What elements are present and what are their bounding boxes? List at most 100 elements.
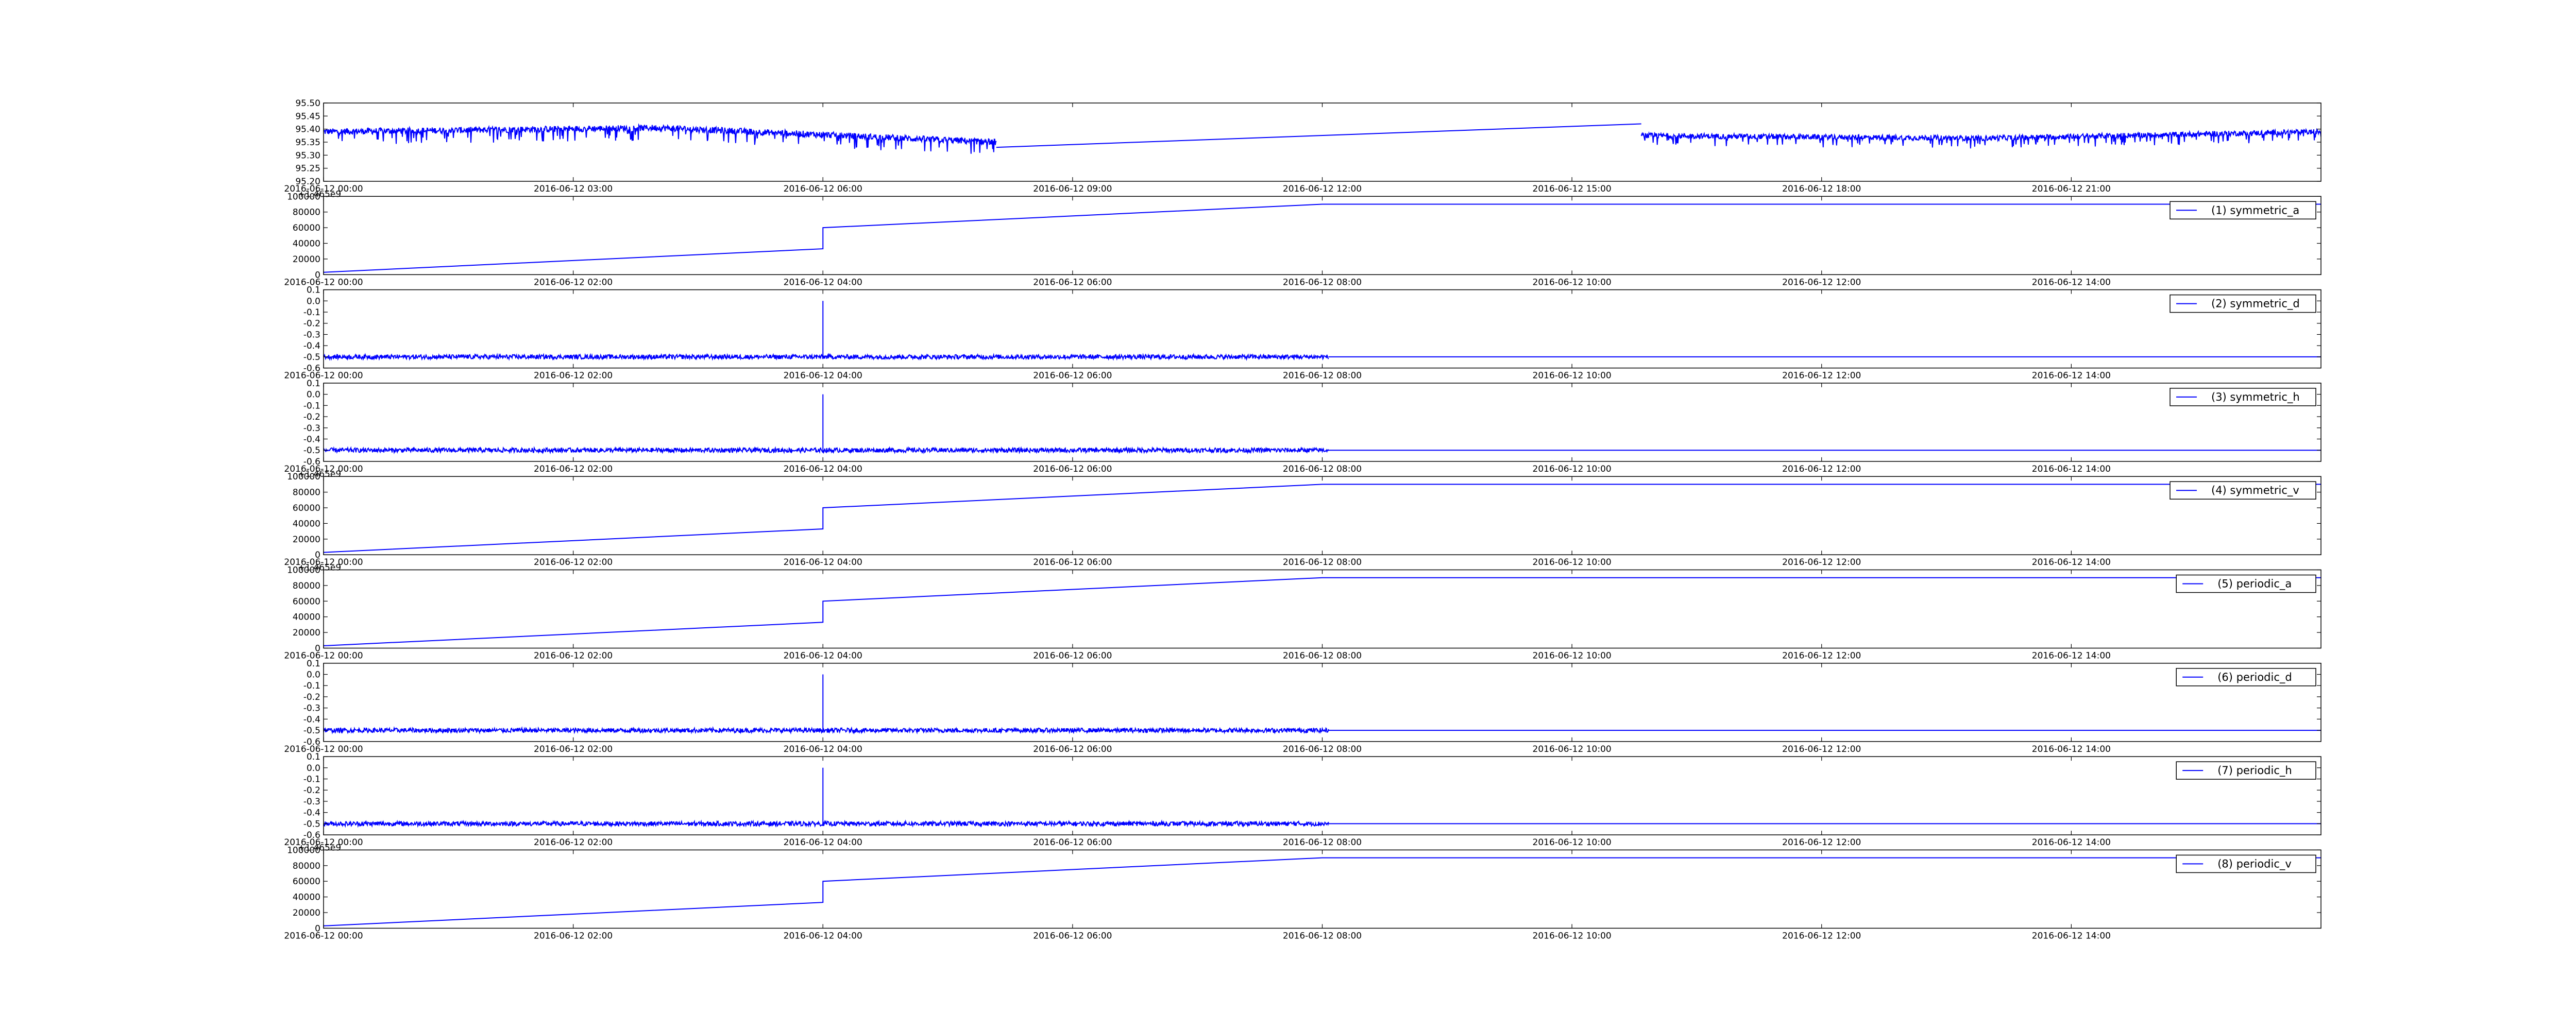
y-tick-label: 40000	[293, 612, 320, 623]
x-tick-label: 2016-06-12 06:00	[1033, 277, 1112, 287]
x-tick-label: 2016-06-12 09:00	[1033, 184, 1112, 194]
x-tick-label: 2016-06-12 08:00	[1283, 837, 1362, 848]
y-tick-label: 80000	[293, 861, 320, 871]
y-tick-label: -0.5	[303, 352, 320, 363]
x-tick-label: 2016-06-12 04:00	[784, 651, 862, 661]
y-tick-label: 0.1	[307, 379, 320, 389]
y-tick-label: 0.1	[307, 752, 320, 762]
x-tick-label: 2016-06-12 02:00	[534, 744, 613, 754]
axes-frame	[323, 569, 2321, 649]
axes-frame	[323, 196, 2321, 276]
x-tick-label: 2016-06-12 06:00	[1033, 837, 1112, 848]
y-offset-label: +1.465e9	[298, 189, 341, 199]
y-tick-label: -0.2	[303, 785, 320, 796]
y-tick-label: 95.25	[295, 164, 320, 174]
y-tick-label: -0.5	[303, 726, 320, 736]
x-tick-label: 2016-06-12 12:00	[1782, 744, 1861, 754]
series-line	[324, 445, 1329, 455]
x-tick-label: 2016-06-12 02:00	[534, 651, 613, 661]
x-tick-label: 2016-06-12 14:00	[2032, 371, 2111, 381]
y-tick-label: 40000	[293, 892, 320, 903]
x-tick-label: 2016-06-12 00:00	[284, 744, 363, 754]
x-tick-label: 2016-06-12 08:00	[1283, 651, 1362, 661]
x-tick-label: 2016-06-12 14:00	[2032, 744, 2111, 754]
legend-label: (2) symmetric_d	[2211, 298, 2300, 311]
x-tick-label: 2016-06-12 04:00	[784, 837, 862, 848]
x-tick-label: 2016-06-12 12:00	[1782, 931, 1861, 941]
x-tick-label: 2016-06-12 02:00	[534, 371, 613, 381]
x-tick-label: 2016-06-12 10:00	[1533, 744, 1612, 754]
legend-label: (7) periodic_h	[2217, 764, 2292, 777]
legend: (4) symmetric_v	[2170, 481, 2316, 500]
x-tick-label: 2016-06-12 08:00	[1283, 744, 1362, 754]
legend-label: (3) symmetric_h	[2211, 391, 2300, 404]
y-tick-label: 20000	[293, 254, 320, 265]
series-line	[324, 484, 2321, 553]
y-tick-label: -0.3	[303, 423, 320, 434]
subplot-0: 95.2095.2595.3095.3595.4095.4595.502016-…	[284, 98, 2321, 194]
y-tick-label: -0.1	[303, 775, 320, 785]
series-group	[324, 484, 2321, 553]
y-tick-label: 60000	[293, 596, 320, 607]
axes-frame	[323, 476, 2321, 555]
y-tick-label: 80000	[293, 488, 320, 498]
x-tick-label: 2016-06-12 12:00	[1283, 184, 1362, 194]
x-tick-label: 2016-06-12 06:00	[1033, 557, 1112, 568]
subplot-3: -0.6-0.5-0.4-0.3-0.2-0.10.00.12016-06-12…	[284, 379, 2321, 474]
x-tick-label: 2016-06-12 06:00	[1033, 464, 1112, 474]
y-tick-label: -0.4	[303, 714, 320, 725]
x-tick-label: 2016-06-12 06:00	[1033, 651, 1112, 661]
figure-canvas: 95.2095.2595.3095.3595.4095.4595.502016-…	[284, 98, 2321, 941]
legend: (8) periodic_v	[2176, 854, 2316, 873]
subplot-4: 0200004000060000800001000002016-06-12 00…	[284, 469, 2321, 568]
y-tick-label: 60000	[293, 223, 320, 233]
y-tick-label: -0.1	[303, 307, 320, 318]
x-tick-label: 2016-06-12 14:00	[2032, 651, 2111, 661]
x-tick-label: 2016-06-12 10:00	[1533, 557, 1612, 568]
x-tick-label: 2016-06-12 14:00	[2032, 464, 2111, 474]
y-tick-label: -0.2	[303, 319, 320, 329]
series-group	[324, 123, 2321, 154]
x-tick-label: 2016-06-12 12:00	[1782, 557, 1861, 568]
legend: (2) symmetric_d	[2170, 294, 2316, 313]
y-tick-label: 0.0	[307, 670, 320, 680]
y-tick-label: 0.1	[307, 659, 320, 669]
y-offset-label: +1.465e9	[298, 843, 341, 853]
x-tick-label: 2016-06-12 06:00	[1033, 371, 1112, 381]
series-group	[324, 857, 2321, 926]
x-tick-label: 2016-06-12 10:00	[1533, 931, 1612, 941]
y-offset-label: +1.465e9	[298, 563, 341, 573]
x-tick-label: 2016-06-12 02:00	[534, 931, 613, 941]
x-tick-label: 2016-06-12 04:00	[784, 371, 862, 381]
series-line	[324, 726, 1329, 735]
y-tick-label: 0.0	[307, 763, 320, 774]
series-line	[1640, 128, 2321, 149]
x-tick-label: 2016-06-12 12:00	[1782, 837, 1861, 848]
series-line	[996, 123, 1641, 148]
x-tick-label: 2016-06-12 00:00	[284, 931, 363, 941]
x-tick-label: 2016-06-12 08:00	[1283, 557, 1362, 568]
legend: (6) periodic_d	[2176, 668, 2316, 686]
series-line	[324, 857, 2321, 926]
series-line	[324, 352, 1329, 361]
y-tick-label: 95.35	[295, 138, 320, 148]
y-tick-label: 40000	[293, 239, 320, 249]
y-tick-label: 95.50	[295, 98, 320, 109]
x-tick-label: 2016-06-12 08:00	[1283, 931, 1362, 941]
series-group	[324, 203, 2321, 273]
series-line	[324, 819, 1329, 828]
series-line	[324, 123, 997, 154]
y-tick-label: 0.1	[307, 285, 320, 296]
x-tick-label: 2016-06-12 02:00	[534, 277, 613, 287]
x-tick-label: 2016-06-12 15:00	[1533, 184, 1612, 194]
x-tick-label: 2016-06-12 02:00	[534, 557, 613, 568]
y-tick-label: -0.1	[303, 401, 320, 411]
x-tick-label: 2016-06-12 02:00	[534, 464, 613, 474]
y-tick-label: -0.4	[303, 434, 320, 444]
y-tick-label: 95.45	[295, 111, 320, 122]
legend: (3) symmetric_h	[2170, 388, 2316, 406]
y-tick-label: -0.3	[303, 797, 320, 807]
x-tick-label: 2016-06-12 06:00	[784, 184, 862, 194]
x-tick-label: 2016-06-12 06:00	[1033, 931, 1112, 941]
x-tick-label: 2016-06-12 21:00	[2032, 184, 2111, 194]
